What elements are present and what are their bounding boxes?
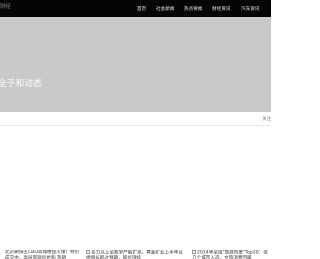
article-item[interactable]: 全力以上全数字产能扩张，黄金矿业上半年业绩增长超过预期，股价持续 [86,250,186,259]
strip-right-link[interactable]: 关注 [262,116,271,122]
article-item[interactable]: 北京朝阳区CBD高端楼盘火爆！特价成交中，高层景观房抢购 热销 [5,250,81,259]
site-logo[interactable]: 财经 [0,2,11,10]
image-icon [192,250,196,254]
nav-item-society[interactable]: 社会新闻 [156,6,174,12]
hero-title: 全子和动态 [0,79,43,89]
article-item[interactable]: 2024年全国"旅游热度"Top20：这几个城市入选，文旅消费回暖 [192,250,271,259]
info-strip: 关注 [0,112,271,126]
image-icon [86,250,90,254]
hero-banner: 全子和动态 [0,17,271,112]
article-caption: 2024年全国"旅游热度"Top20：这几个城市入选，文旅消费回暖 [192,250,268,259]
nav-item-finance[interactable]: 财经资讯 [212,6,230,12]
top-navigation-bar: 财经 首页 社会新闻 热点要闻 财经资讯 汽车资讯 [0,0,271,17]
article-caption: 全力以上全数字产能扩张，黄金矿业上半年业绩增长超过预期，股价持续 [86,250,183,259]
article-caption: 北京朝阳区CBD高端楼盘火爆！特价成交中，高层景观房抢购 热销 [5,250,80,259]
nav-item-auto[interactable]: 汽车资讯 [241,6,259,12]
nav-item-home[interactable]: 首页 [137,6,146,12]
nav-item-hot[interactable]: 热点要闻 [184,6,202,12]
